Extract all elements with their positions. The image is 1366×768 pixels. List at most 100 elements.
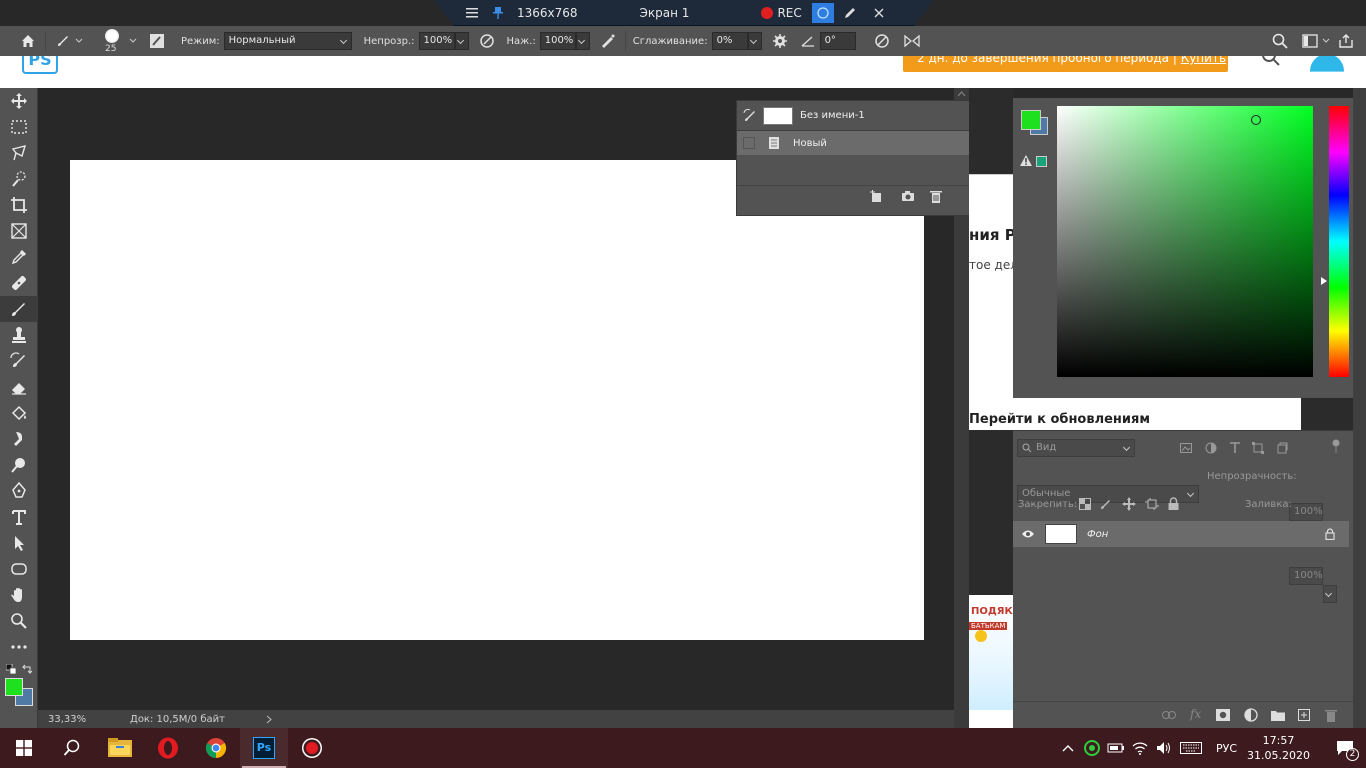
pin-icon[interactable]: [492, 6, 504, 20]
fx-icon[interactable]: fx: [1190, 707, 1201, 721]
webcam-icon[interactable]: [811, 2, 834, 23]
shape-tool-icon[interactable]: [0, 556, 38, 582]
right-panels-scrollbar[interactable]: [1353, 88, 1366, 728]
crop-tool-icon[interactable]: [0, 192, 38, 218]
chevron-down-icon[interactable]: [1322, 38, 1334, 44]
panel-foreground-swatch[interactable]: [1021, 110, 1041, 130]
layer-opacity-input[interactable]: 100%: [1289, 503, 1323, 521]
filter-pixel-icon[interactable]: [1180, 443, 1192, 453]
hand-tool-icon[interactable]: [0, 582, 38, 608]
search-icon[interactable]: [1268, 29, 1292, 53]
filter-type-icon[interactable]: [1229, 442, 1241, 454]
pen-icon[interactable]: [843, 6, 857, 20]
airbrush-icon[interactable]: [596, 29, 620, 53]
recorder-screen[interactable]: Экран 1: [640, 6, 690, 20]
lasso-tool-icon[interactable]: [0, 140, 38, 166]
share-icon[interactable]: [1334, 29, 1358, 53]
out-of-gamut-warning-icon[interactable]: [1020, 155, 1032, 166]
brush-settings-icon[interactable]: [145, 29, 169, 53]
document-canvas[interactable]: [70, 160, 924, 640]
move-tool-icon[interactable]: [0, 88, 38, 114]
eye-icon[interactable]: [1021, 529, 1035, 539]
frame-tool-icon[interactable]: [0, 218, 38, 244]
new-layer-icon[interactable]: [1298, 709, 1310, 721]
smoothing-dropdown[interactable]: [747, 32, 762, 50]
brush-tool-icon[interactable]: [0, 296, 38, 322]
symmetry-icon[interactable]: [900, 29, 924, 53]
hue-slider-handle-icon[interactable]: [1321, 277, 1327, 285]
mode-select[interactable]: Нормальный: [223, 32, 352, 50]
foreground-color-swatch[interactable]: [5, 678, 23, 696]
swap-colors-icon[interactable]: [22, 664, 32, 674]
pressure-input[interactable]: 100%: [539, 32, 576, 50]
lock-artboard-icon[interactable]: [1145, 498, 1159, 510]
lock-icon[interactable]: [1325, 528, 1335, 540]
opacity-input[interactable]: 100%: [418, 32, 455, 50]
language-indicator[interactable]: РУС: [1216, 742, 1237, 755]
link-layers-icon[interactable]: [1162, 711, 1176, 719]
color-picker-marker[interactable]: [1251, 115, 1261, 125]
new-document-from-state-icon[interactable]: [869, 190, 883, 204]
zoom-level[interactable]: 33,33%: [48, 714, 130, 725]
adjustment-layer-icon[interactable]: [1244, 708, 1258, 722]
marquee-tool-icon[interactable]: [0, 114, 38, 140]
hue-slider[interactable]: [1329, 106, 1349, 377]
layer-name[interactable]: Фон: [1087, 529, 1108, 540]
history-state-checkbox[interactable]: [743, 137, 755, 149]
saturation-brightness-field[interactable]: [1057, 106, 1313, 377]
filter-toggle-icon[interactable]: [1332, 439, 1340, 453]
dodge-tool-icon[interactable]: [0, 452, 38, 478]
taskbar-search-icon[interactable]: [48, 728, 96, 768]
web-updates-link[interactable]: Перейти к обновлениям: [969, 412, 1150, 427]
keyboard-icon[interactable]: [1176, 742, 1206, 754]
pressure-size-icon[interactable]: [870, 29, 894, 53]
eyedropper-tool-icon[interactable]: [0, 244, 38, 270]
rec-button[interactable]: REC: [777, 6, 801, 20]
websafe-color-swatch[interactable]: [1036, 156, 1047, 167]
screen-recorder-icon[interactable]: [288, 728, 336, 768]
lock-transparent-icon[interactable]: [1079, 498, 1091, 510]
filter-smart-object-icon[interactable]: [1276, 442, 1288, 454]
menu-icon[interactable]: [466, 7, 480, 19]
history-brush-icon[interactable]: [743, 108, 757, 123]
battery-icon[interactable]: [1104, 742, 1128, 754]
path-selection-tool-icon[interactable]: [0, 530, 38, 556]
notifications-icon[interactable]: 2: [1328, 728, 1362, 768]
clock[interactable]: 17:57 31.05.2020: [1247, 733, 1310, 763]
history-brush-tool-icon[interactable]: [0, 348, 38, 374]
opera-icon[interactable]: [144, 728, 192, 768]
pen-tool-icon[interactable]: [0, 478, 38, 504]
chevron-down-icon[interactable]: [75, 38, 85, 44]
eraser-tool-icon[interactable]: [0, 374, 38, 400]
filter-shape-icon[interactable]: [1252, 442, 1264, 454]
fill-input[interactable]: 100%: [1289, 567, 1323, 585]
history-step-row[interactable]: Новый: [737, 131, 969, 155]
close-icon[interactable]: [873, 7, 885, 19]
workspace-icon[interactable]: [1298, 29, 1322, 53]
quick-selection-tool-icon[interactable]: [0, 166, 38, 192]
smudge-tool-icon[interactable]: [0, 426, 38, 452]
brush-size-picker[interactable]: 25: [99, 27, 127, 55]
photoshop-taskbar-icon[interactable]: Ps: [240, 728, 288, 768]
new-group-icon[interactable]: [1271, 710, 1285, 721]
status-arrow-icon[interactable]: [266, 715, 272, 724]
opacity-dropdown[interactable]: [454, 32, 469, 50]
pressure-opacity-icon[interactable]: [475, 29, 499, 53]
more-tools-icon[interactable]: [0, 634, 38, 660]
angle-input[interactable]: 0°: [819, 32, 856, 50]
smoothing-input[interactable]: 0%: [711, 32, 748, 50]
web-avatar[interactable]: [1310, 54, 1344, 72]
lock-pixels-icon[interactable]: [1100, 498, 1112, 510]
lock-position-icon[interactable]: [1122, 497, 1136, 511]
type-tool-icon[interactable]: [0, 504, 38, 530]
windows-start-icon[interactable]: [0, 728, 48, 768]
wifi-icon[interactable]: [1128, 741, 1152, 755]
default-colors-icon[interactable]: [6, 664, 16, 674]
chevron-down-icon[interactable]: [129, 38, 139, 44]
healing-brush-tool-icon[interactable]: [0, 270, 38, 296]
fill-dropdown[interactable]: [1323, 585, 1337, 603]
lock-all-icon[interactable]: [1168, 497, 1179, 510]
filter-adjustment-icon[interactable]: [1205, 442, 1217, 454]
home-icon[interactable]: [16, 29, 40, 53]
clone-stamp-tool-icon[interactable]: [0, 322, 38, 348]
